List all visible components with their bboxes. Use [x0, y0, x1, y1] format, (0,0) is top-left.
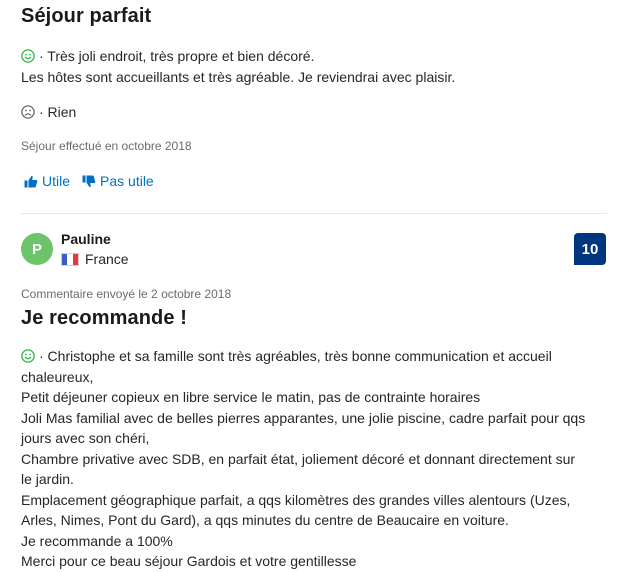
comment-line: Je recommande a 100% — [21, 532, 173, 549]
smiley-face-icon — [21, 349, 35, 363]
comment-line: Joli Mas familial avec de belles pierres… — [21, 409, 586, 426]
positive-comment: · Christophe et sa famille sont très agr… — [21, 346, 611, 572]
not-helpful-label: Pas utile — [100, 173, 154, 189]
helpful-label: Utile — [42, 173, 71, 189]
comment-line: le jardin. — [21, 471, 74, 487]
review-score-badge: 10 — [574, 233, 606, 265]
france-flag-icon — [61, 252, 79, 266]
submission-date: Commentaire envoyé le 2 octobre 2018 — [21, 287, 232, 301]
comment-line: chaleureux, — [21, 368, 94, 385]
reviewer-country: France — [61, 251, 129, 267]
review-title: Séjour parfait — [21, 5, 152, 27]
country-label: France — [85, 251, 129, 267]
review-divider — [21, 213, 607, 214]
positive-text-line: Les hôtes sont accueillants et très agré… — [21, 68, 456, 85]
vote-bar: Utile Pas utile — [24, 173, 154, 189]
helpful-button[interactable]: Utile — [24, 173, 70, 189]
negative-comment: · Rien — [21, 102, 76, 123]
thumbs-down-icon — [82, 175, 96, 187]
comment-line: Petit déjeuner copieux en libre service … — [21, 389, 481, 405]
comment-line: Arles, Nimes, Pont du Gard), a qqs minut… — [21, 512, 509, 528]
avatar: P — [21, 233, 53, 265]
comment-line: jours avec son chéri, — [21, 430, 150, 446]
thumbs-up-icon — [24, 175, 38, 187]
positive-text: · Très joli endroit, très propre et bien… — [39, 48, 315, 64]
reviewer-name: Pauline — [61, 231, 111, 247]
positive-comment: · Très joli endroit, très propre et bien… — [21, 46, 601, 87]
review-title: Je recommande ! — [21, 307, 188, 329]
comment-line: Emplacement géographique parfait, a qqs … — [21, 491, 571, 508]
smiley-face-icon — [21, 49, 35, 63]
comment-line: · Christophe et sa famille sont très agr… — [39, 348, 552, 364]
not-helpful-button[interactable]: Pas utile — [82, 173, 154, 189]
sad-face-icon — [21, 105, 35, 119]
stay-date: Séjour effectué en octobre 2018 — [21, 139, 192, 153]
negative-text: · Rien — [39, 104, 77, 120]
comment-line: Chambre privative avec SDB, en parfait é… — [21, 450, 576, 467]
comment-line: Merci pour ce beau séjour Gardois et vot… — [21, 553, 357, 569]
